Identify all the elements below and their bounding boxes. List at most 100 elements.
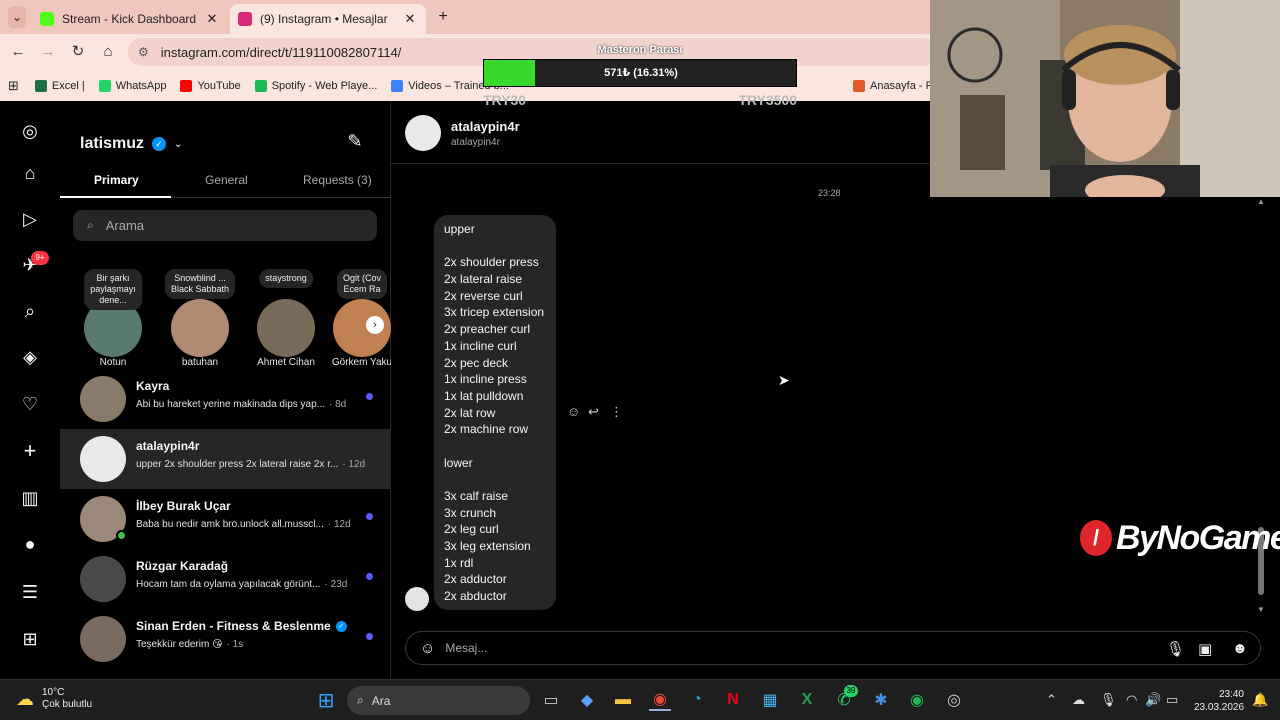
microphone-icon[interactable]: 🎙 (1166, 640, 1185, 658)
image-icon[interactable]: ▣ (1198, 640, 1212, 658)
conversation-item[interactable]: Sinan Erden - Fitness & Beslenme ✓ Teşekkü… (60, 609, 391, 669)
bookmark-label: Spotify - Web Playe... (271, 79, 378, 92)
explore-icon[interactable]: ◈ (19, 346, 41, 368)
mouse-cursor-icon: ➤ (778, 372, 790, 388)
bookmark-favicon-icon (852, 79, 865, 92)
message-line: 2x reverse curl (444, 288, 523, 303)
new-message-icon[interactable]: ✎ (344, 131, 366, 153)
obs-icon[interactable]: ◎ (943, 689, 965, 711)
kick-favicon-icon (40, 12, 54, 26)
copilot-icon[interactable]: ◆ (576, 689, 598, 711)
home-icon[interactable]: ⌂ (19, 162, 41, 184)
onedrive-icon[interactable]: ☁ (1072, 692, 1085, 708)
tab-primary[interactable]: Primary (94, 173, 139, 187)
notifications-icon[interactable]: 🔔 (1252, 692, 1268, 708)
new-tab-icon[interactable]: + (434, 6, 452, 28)
scroll-up-icon[interactable]: ▲ (1255, 197, 1267, 206)
react-icon[interactable]: ☺ (567, 404, 580, 419)
bookmark-item[interactable]: WhatsApp (98, 79, 166, 92)
file-explorer-icon[interactable]: ▬ (612, 689, 634, 711)
unread-dot-icon (366, 393, 373, 400)
bookmark-item[interactable]: YouTube (180, 79, 241, 92)
tab-kick-dashboard[interactable]: Stream - Kick Dashboard ✕ (32, 4, 228, 34)
menu-icon[interactable]: ☰ (19, 581, 41, 603)
message-line: 3x tricep extension (444, 305, 545, 320)
url-text: instagram.com/direct/t/119110082807114/ (160, 44, 402, 60)
reels-icon[interactable]: ▷ (19, 208, 41, 230)
search-input[interactable]: ⌕ Arama (73, 210, 377, 241)
bookmark-favicon-icon (391, 79, 404, 92)
bookmark-item[interactable]: Spotify - Web Playe... (254, 79, 378, 92)
tab-general[interactable]: General (205, 173, 248, 187)
microsoft-store-icon[interactable]: ▦ (759, 689, 781, 711)
forward-icon[interactable]: → (38, 42, 58, 62)
search-label: Ara (371, 693, 391, 708)
reply-icon[interactable]: ↩ (588, 404, 599, 420)
sticker-icon[interactable]: ☻ (1232, 640, 1248, 657)
message-input[interactable]: ☺ Mesaj... 🎙 ▣ ☻ (405, 631, 1261, 665)
reload-icon[interactable]: ↻ (68, 42, 88, 62)
instagram-logo-icon[interactable]: ◎ (19, 120, 41, 142)
app-icon[interactable]: ✱ (870, 689, 892, 711)
conversation-name: Rüzgar Karadağ (136, 559, 229, 573)
spotify-icon[interactable]: ◉ (906, 689, 928, 711)
message-bubble[interactable]: upper 2x shoulder press 2x lateral raise 2x… (434, 215, 556, 610)
create-icon[interactable]: + (19, 438, 41, 463)
battery-icon[interactable]: ▭ (1166, 692, 1178, 708)
dashboard-icon[interactable]: ▥ (19, 487, 41, 509)
emoji-icon[interactable]: ☺ (420, 640, 435, 657)
scroll-down-icon[interactable]: ▼ (1255, 605, 1267, 614)
tab-list-button[interactable]: ⌄ (8, 6, 26, 28)
heart-icon[interactable]: ♡ (19, 393, 41, 415)
windows-start-icon[interactable]: ⊞ (315, 689, 337, 712)
close-tab-icon[interactable]: ✕ (402, 11, 418, 27)
thread-name[interactable]: atalaypin4r (451, 119, 520, 134)
conversation-item[interactable]: Rüzgar Karadağ Hocam tam da oylama yapıla… (60, 549, 391, 609)
message-line: 1x incline curl (444, 338, 517, 353)
task-view-icon[interactable]: ▭ (540, 689, 562, 711)
weather-widget[interactable]: ☁ 10°C Çok bulutlu (16, 687, 92, 711)
donation-progress-text: 571₺ (16.31%) (604, 67, 678, 79)
microphone-icon[interactable]: 🎙 (1100, 692, 1117, 708)
account-switcher[interactable]: latismuz ✓ ⌄ (80, 135, 182, 153)
site-info-icon[interactable]: ⚙ (138, 45, 149, 59)
avatar[interactable] (405, 115, 441, 151)
weather-condition: Çok bulutlu (42, 699, 93, 710)
chevron-up-icon[interactable]: ⌃ (1046, 692, 1057, 708)
search-icon[interactable]: ⌕ (19, 300, 41, 322)
conversation-item[interactable]: İlbey Burak Uçar Baba bu nedir amk bro.un… (60, 489, 391, 549)
donation-min-label: TRY30 (483, 92, 527, 108)
windows-search[interactable]: ⌕ Ara (347, 686, 530, 715)
bookmark-item[interactable]: Excel | (34, 79, 85, 92)
instagram-favicon-icon (238, 12, 252, 26)
search-icon: ⌕ (357, 693, 364, 707)
edge-icon[interactable]: ◔ (686, 689, 708, 711)
tab-instagram[interactable]: (9) Instagram • Mesajlar ✕ (230, 4, 426, 34)
conversation-preview-row: Abi bu hareket yerine makinada dips yap.… (136, 399, 366, 410)
conversation-item[interactable]: Kayra Abi bu hareket yerine makinada dips… (60, 369, 391, 429)
system-clock[interactable]: 23:40 23.03.2026 (1194, 688, 1244, 714)
back-icon[interactable]: ← (8, 42, 28, 62)
home-icon[interactable]: ⌂ (98, 42, 118, 62)
apps-icon[interactable]: ⊞ (8, 78, 19, 94)
note-bubble: Bir şarkı paylaşmayı dene... (84, 269, 142, 310)
netflix-icon[interactable]: N (722, 689, 744, 711)
profile-avatar-icon[interactable]: ● (19, 533, 41, 555)
donation-progress-bar: 571₺ (16.31%) (483, 59, 797, 87)
also-from-meta-icon[interactable]: ⊞ (19, 628, 41, 650)
excel-icon[interactable]: X (796, 689, 818, 711)
tab-requests[interactable]: Requests (3) (303, 173, 372, 187)
avatar[interactable] (405, 587, 429, 611)
note-bubble: Snowblind ... Black Sabbath (164, 269, 236, 299)
message-line: 2x pec deck (444, 355, 509, 370)
next-notes-icon[interactable]: › (366, 316, 384, 334)
bookmark-favicon-icon (254, 79, 267, 92)
wifi-icon[interactable]: ◠ (1126, 692, 1137, 708)
bynogame-logo-icon: / (1080, 520, 1112, 556)
volume-icon[interactable]: 🔊 (1145, 692, 1161, 708)
avatar (171, 299, 229, 357)
conversation-item[interactable]: atalaypin4r upper 2x shoulder press 2x la… (60, 429, 391, 489)
more-options-icon[interactable]: ⋮ (610, 404, 623, 420)
chrome-icon[interactable]: ◉ (649, 689, 671, 711)
close-tab-icon[interactable]: ✕ (204, 11, 220, 27)
